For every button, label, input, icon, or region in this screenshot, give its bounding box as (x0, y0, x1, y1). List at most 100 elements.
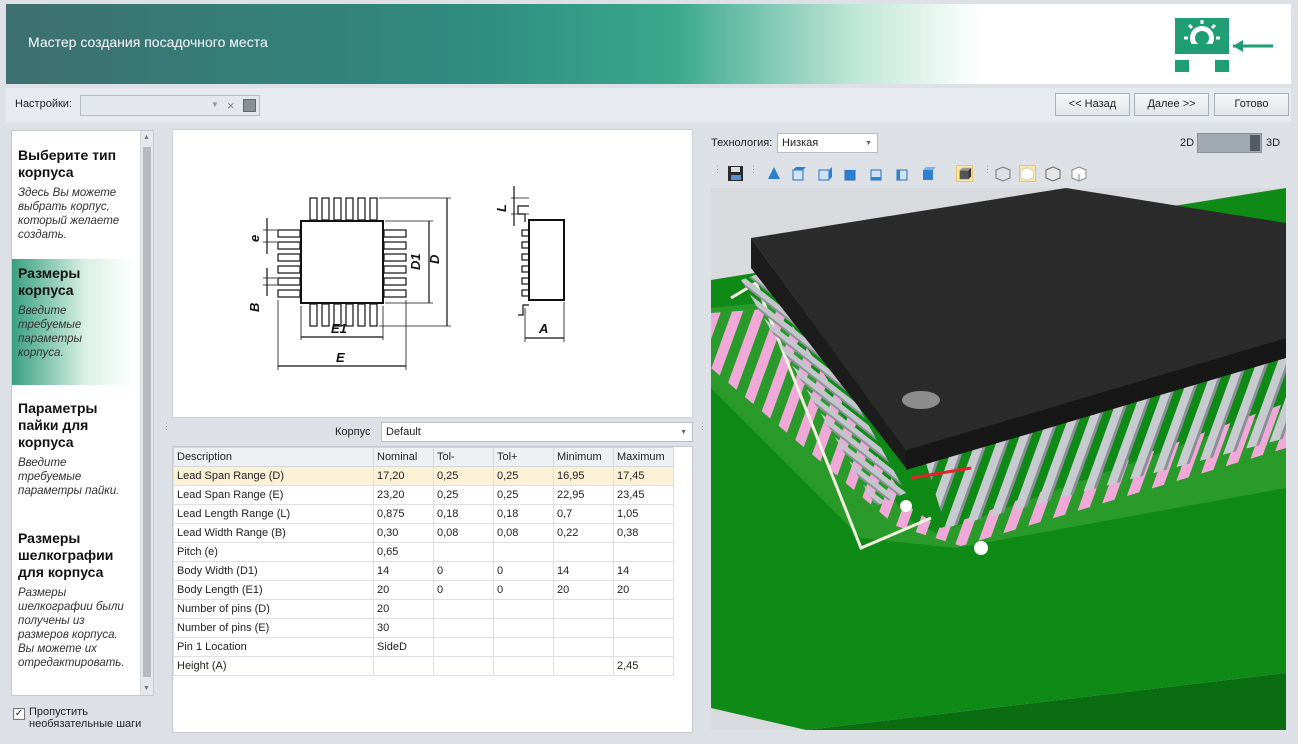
column-header[interactable]: Description (173, 447, 374, 467)
table-cell[interactable] (553, 618, 614, 638)
settings-combo[interactable]: ▼ × (80, 95, 260, 116)
view-iso-icon[interactable] (956, 165, 973, 182)
table-cell[interactable]: 14 (613, 561, 674, 581)
table-cell[interactable]: 0,18 (493, 504, 554, 524)
view-front-icon[interactable] (790, 165, 807, 182)
table-row[interactable]: Pin 1 Location SideD (173, 637, 674, 657)
step-package-dimensions[interactable]: Размеры корпуса Введите требуемые параме… (12, 259, 134, 385)
table-row[interactable]: Lead Span Range (D) 17,20 0,25 0,25 16,95 17,… (173, 466, 674, 486)
view-bottom-icon[interactable] (868, 165, 885, 182)
splitter-grip[interactable]: ⋮ (162, 422, 171, 431)
table-cell[interactable]: 0 (433, 580, 494, 600)
table-cell[interactable]: 20 (613, 580, 674, 600)
shaded-edges-icon[interactable] (1045, 165, 1062, 182)
table-row[interactable]: Number of pins (D) 20 (173, 599, 674, 619)
table-cell[interactable] (553, 656, 614, 676)
table-cell[interactable] (493, 656, 554, 676)
table-cell[interactable]: 2,45 (613, 656, 674, 676)
table-cell[interactable] (433, 637, 494, 657)
table-cell[interactable]: 16,95 (553, 466, 614, 486)
table-cell[interactable]: 0,25 (433, 466, 494, 486)
shaded-icon[interactable] (1019, 165, 1036, 182)
table-cell[interactable] (433, 618, 494, 638)
view-right-icon[interactable] (816, 165, 833, 182)
table-cell[interactable] (493, 618, 554, 638)
3d-viewport[interactable] (711, 188, 1286, 730)
scroll-up-icon[interactable]: ▲ (143, 134, 150, 141)
chevron-down-icon[interactable]: ▼ (865, 140, 872, 147)
table-cell[interactable] (493, 637, 554, 657)
table-cell[interactable]: 0,22 (553, 523, 614, 543)
column-header[interactable]: Nominal (373, 447, 434, 467)
table-cell[interactable]: 0,7 (553, 504, 614, 524)
table-cell[interactable] (433, 656, 494, 676)
skip-checkbox[interactable]: ✓ (13, 708, 25, 720)
table-cell[interactable]: 23,20 (373, 485, 434, 505)
view-top-icon[interactable] (842, 165, 859, 182)
view-mode-toggle[interactable] (1197, 133, 1262, 153)
splitter-grip[interactable]: ⋮ (698, 422, 707, 431)
next-button[interactable]: Далее >> (1134, 93, 1209, 116)
step-solder-parameters[interactable]: Параметры пайки для корпуса Введите треб… (12, 394, 134, 504)
table-cell[interactable] (553, 637, 614, 657)
table-row[interactable]: Height (A) 2,45 (173, 656, 674, 676)
table-cell[interactable] (493, 542, 554, 562)
table-cell[interactable]: 14 (553, 561, 614, 581)
table-row[interactable]: Lead Span Range (E) 23,20 0,25 0,25 22,95 23,… (173, 485, 674, 505)
toggle-knob[interactable] (1250, 135, 1260, 151)
table-cell[interactable]: 0,25 (493, 485, 554, 505)
hidden-lines-icon[interactable] (1071, 165, 1088, 182)
technology-select[interactable]: Низкая ▼ (777, 133, 878, 153)
table-row[interactable]: Lead Width Range (B) 0,30 0,08 0,08 0,22 0,38 (173, 523, 674, 543)
table-cell[interactable]: 20 (373, 599, 434, 619)
column-header[interactable]: Maximum (613, 447, 674, 467)
table-cell[interactable]: 17,45 (613, 466, 674, 486)
table-row[interactable]: Number of pins (E) 30 (173, 618, 674, 638)
table-cell[interactable]: 0,08 (493, 523, 554, 543)
table-cell[interactable]: 1,05 (613, 504, 674, 524)
view-left-icon[interactable] (894, 165, 911, 182)
table-cell[interactable] (613, 599, 674, 619)
toolbar-grip[interactable]: ⋮ (749, 165, 758, 174)
scroll-down-icon[interactable]: ▼ (143, 685, 150, 692)
table-cell[interactable] (613, 542, 674, 562)
step-package-type[interactable]: Выберите тип корпуса Здесь Вы можете выб… (12, 141, 134, 248)
table-row[interactable]: Body Width (D1) 14 0 0 14 14 (173, 561, 674, 581)
table-cell[interactable] (373, 656, 434, 676)
table-cell[interactable] (553, 599, 614, 619)
chevron-down-icon[interactable]: ▼ (680, 429, 687, 436)
column-header[interactable]: Tol+ (493, 447, 554, 467)
table-cell[interactable]: 0 (493, 561, 554, 581)
wireframe-icon[interactable] (995, 165, 1012, 182)
table-cell[interactable]: 20 (553, 580, 614, 600)
table-cell[interactable]: 0 (493, 580, 554, 600)
table-row[interactable]: Pitch (e) 0,65 (173, 542, 674, 562)
table-cell[interactable]: 22,95 (553, 485, 614, 505)
steps-scrollbar[interactable]: ▲ ▼ (140, 131, 153, 695)
table-cell[interactable]: 14 (373, 561, 434, 581)
table-cell[interactable] (433, 599, 494, 619)
step-silkscreen-dimensions[interactable]: Размеры шелкографии для корпуса Размеры … (12, 524, 134, 676)
table-cell[interactable]: SideD (373, 637, 434, 657)
table-cell[interactable] (433, 542, 494, 562)
column-header[interactable]: Tol- (433, 447, 494, 467)
chevron-down-icon[interactable]: ▼ (211, 100, 219, 109)
toolbar-grip[interactable]: ⋮ (983, 165, 992, 174)
table-cell[interactable] (613, 637, 674, 657)
table-cell[interactable]: 0,08 (433, 523, 494, 543)
table-row[interactable]: Lead Length Range (L) 0,875 0,18 0,18 0,7 1,0… (173, 504, 674, 524)
table-cell[interactable]: 0,25 (493, 466, 554, 486)
table-cell[interactable]: 0,65 (373, 542, 434, 562)
column-header[interactable]: Minimum (553, 447, 614, 467)
toolbar-grip[interactable]: ⋮ (713, 165, 722, 174)
table-cell[interactable] (493, 599, 554, 619)
done-button[interactable]: Готово (1214, 93, 1289, 116)
table-cell[interactable]: 0,25 (433, 485, 494, 505)
back-button[interactable]: << Назад (1055, 93, 1130, 116)
view-back-icon[interactable] (920, 165, 937, 182)
table-cell[interactable]: 30 (373, 618, 434, 638)
table-cell[interactable]: 0,30 (373, 523, 434, 543)
clear-icon[interactable]: × (227, 98, 235, 113)
table-cell[interactable]: 0,875 (373, 504, 434, 524)
table-row[interactable]: Body Length (E1) 20 0 0 20 20 (173, 580, 674, 600)
